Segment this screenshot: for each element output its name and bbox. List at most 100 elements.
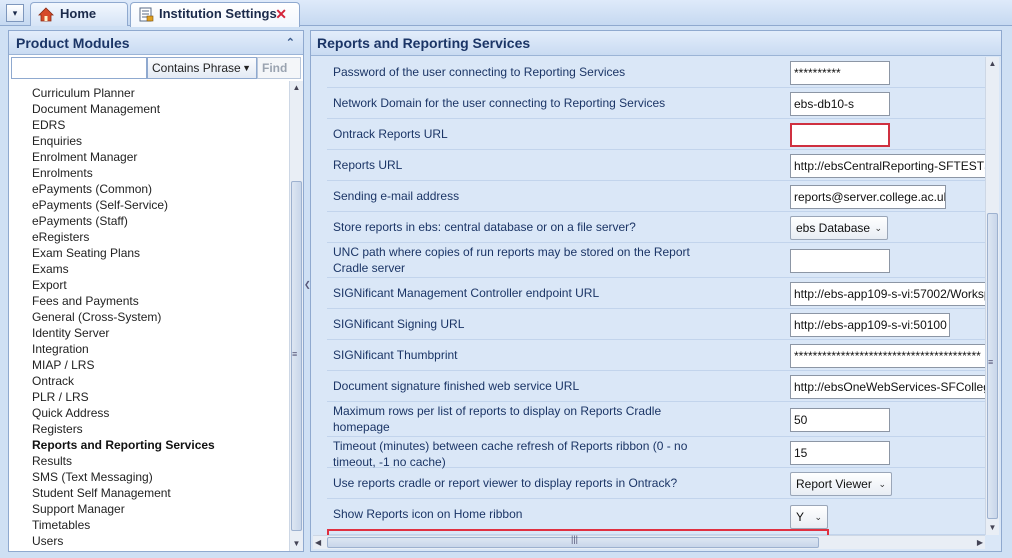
- setting-input[interactable]: 50: [790, 408, 890, 432]
- find-button[interactable]: Find: [257, 57, 301, 79]
- close-tab-icon[interactable]: ✕: [275, 3, 287, 25]
- module-item[interactable]: ePayments (Staff): [9, 213, 289, 229]
- module-item[interactable]: Registers: [9, 421, 289, 437]
- setting-input[interactable]: http://ebsOneWebServices-SFCollege: [790, 375, 987, 399]
- setting-label: Ontrack Reports URL: [333, 127, 448, 141]
- module-list-scrollbar[interactable]: ▲ ≡ ▼: [289, 81, 303, 551]
- settings-vertical-scrollbar[interactable]: ▲ ≡ ▼: [985, 57, 999, 535]
- settings-horizontal-scrollbar[interactable]: ◀ ||| ▶: [313, 534, 985, 550]
- setting-input[interactable]: ****************************************: [790, 344, 987, 368]
- module-item[interactable]: Document Management: [9, 101, 289, 117]
- grip-icon: ≡: [292, 349, 298, 359]
- module-item[interactable]: Enrolments: [9, 165, 289, 181]
- settings-list: Password of the user connecting to Repor…: [327, 57, 987, 535]
- setting-label: Maximum rows per list of reports to disp…: [333, 404, 662, 434]
- chevron-down-icon: ⌄: [874, 223, 882, 233]
- setting-label: Timeout (minutes) between cache refresh …: [333, 439, 688, 469]
- setting-input[interactable]: [790, 123, 890, 147]
- setting-label: Use reports cradle or report viewer to d…: [333, 476, 678, 490]
- module-item[interactable]: Quick Address: [9, 405, 289, 421]
- settings-panel: Reports and Reporting Services Password …: [310, 30, 1002, 552]
- module-item[interactable]: Timetables: [9, 517, 289, 533]
- module-item[interactable]: ePayments (Self-Service): [9, 197, 289, 213]
- module-item[interactable]: Support Manager: [9, 501, 289, 517]
- home-icon: [38, 7, 54, 22]
- settings-panel-title: Reports and Reporting Services: [311, 31, 1001, 56]
- scroll-left-icon[interactable]: ◀: [315, 536, 321, 550]
- setting-input[interactable]: **********: [790, 61, 890, 85]
- module-item[interactable]: Reports and Reporting Services: [9, 437, 289, 453]
- tab-institution-settings-label: Institution Settings: [159, 6, 277, 21]
- setting-row: SIGNificant Management Controller endpoi…: [327, 278, 987, 309]
- module-item[interactable]: Enrolment Manager: [9, 149, 289, 165]
- module-item[interactable]: Results: [9, 453, 289, 469]
- module-item[interactable]: Export: [9, 277, 289, 293]
- grip-icon: |||: [571, 534, 579, 544]
- setting-row: Store reports in ebs: central database o…: [327, 212, 987, 243]
- setting-input[interactable]: http://ebsCentralReporting-SFTESTSCO: [790, 154, 987, 178]
- setting-dropdown[interactable]: ebs Database ⌄: [790, 216, 888, 240]
- chevron-down-icon: ⌄: [814, 512, 822, 522]
- setting-label: Password of the user connecting to Repor…: [333, 65, 626, 79]
- setting-row: Sending e-mail address reports@server.col…: [327, 181, 987, 212]
- module-item[interactable]: Fees and Payments: [9, 293, 289, 309]
- tab-bar: ▾ Home Institution Settings ✕: [0, 0, 1012, 27]
- search-mode-dropdown[interactable]: Contains Phrase ▼: [147, 57, 257, 79]
- chevron-down-icon: ⌄: [878, 479, 886, 489]
- module-item[interactable]: eRegisters: [9, 229, 289, 245]
- module-list: Curriculum Planner Document Management EDR…: [9, 85, 289, 551]
- setting-label: SIGNificant Management Controller endpoi…: [333, 286, 600, 300]
- setting-input[interactable]: reports@server.college.ac.uk: [790, 185, 946, 209]
- module-item[interactable]: MIAP / LRS: [9, 357, 289, 373]
- module-item[interactable]: Curriculum Planner: [9, 85, 289, 101]
- setting-input[interactable]: ebs-db10-s: [790, 92, 890, 116]
- module-item[interactable]: Exam Seating Plans: [9, 245, 289, 261]
- setting-input[interactable]: [790, 249, 890, 273]
- setting-dropdown[interactable]: Report Viewer ⌄: [790, 472, 892, 496]
- module-item[interactable]: General (Cross-System): [9, 309, 289, 325]
- chevron-down-icon: ▼: [242, 63, 251, 73]
- setting-dropdown[interactable]: Y ⌄: [790, 505, 828, 529]
- module-search-input[interactable]: [11, 57, 147, 79]
- tab-home-label: Home: [60, 6, 97, 21]
- setting-row: SIGNificant Thumbprint ******************…: [327, 340, 987, 371]
- tab-list-dropdown[interactable]: ▾: [6, 4, 24, 22]
- module-item[interactable]: Users: [9, 533, 289, 549]
- scroll-down-icon[interactable]: ▼: [290, 537, 303, 551]
- setting-label: SIGNificant Signing URL: [333, 317, 465, 331]
- scroll-down-icon[interactable]: ▼: [986, 521, 999, 535]
- module-item[interactable]: Student Self Management: [9, 485, 289, 501]
- setting-label: Sending e-mail address: [333, 189, 460, 203]
- setting-label: UNC path where copies of run reports may…: [333, 245, 690, 275]
- tab-institution-settings[interactable]: Institution Settings ✕: [130, 2, 300, 27]
- grip-icon: ≡: [988, 357, 994, 367]
- module-item[interactable]: EDRS: [9, 117, 289, 133]
- module-item[interactable]: ePayments (Common): [9, 181, 289, 197]
- scroll-up-icon[interactable]: ▲: [290, 81, 303, 95]
- module-search-row: Contains Phrase ▼ Find: [11, 57, 301, 79]
- setting-row: UNC path where copies of run reports may…: [327, 243, 987, 278]
- scroll-up-icon[interactable]: ▲: [986, 57, 999, 71]
- tab-home[interactable]: Home: [30, 2, 128, 26]
- setting-input[interactable]: 15: [790, 441, 890, 465]
- scroll-right-icon[interactable]: ▶: [977, 536, 983, 550]
- setting-input[interactable]: http://ebs-app109-s-vi:57002/Workspace: [790, 282, 987, 306]
- setting-label: Document signature finished web service …: [333, 379, 580, 393]
- setting-row: Use reports cradle or report viewer to d…: [327, 468, 987, 499]
- module-item[interactable]: Exams: [9, 261, 289, 277]
- module-item[interactable]: Identity Server: [9, 325, 289, 341]
- module-item[interactable]: Integration: [9, 341, 289, 357]
- setting-row: Network Domain for the user connecting t…: [327, 88, 987, 119]
- module-item[interactable]: Ontrack: [9, 373, 289, 389]
- module-item[interactable]: SMS (Text Messaging): [9, 469, 289, 485]
- setting-label: Reports URL: [333, 158, 403, 172]
- search-mode-value: Contains Phrase: [152, 61, 241, 75]
- module-item[interactable]: PLR / LRS: [9, 389, 289, 405]
- collapse-panel-icon[interactable]: ⌃: [286, 31, 295, 55]
- module-item[interactable]: Enquiries: [9, 133, 289, 149]
- setting-row: Document signature finished web service …: [327, 371, 987, 402]
- setting-row: Maximum rows per list of reports to disp…: [327, 402, 987, 437]
- setting-label: Show Reports icon on Home ribbon: [333, 507, 523, 521]
- product-modules-panel: Product Modules ⌃ Contains Phrase ▼ Find…: [8, 30, 304, 552]
- setting-input[interactable]: http://ebs-app109-s-vi:50100: [790, 313, 950, 337]
